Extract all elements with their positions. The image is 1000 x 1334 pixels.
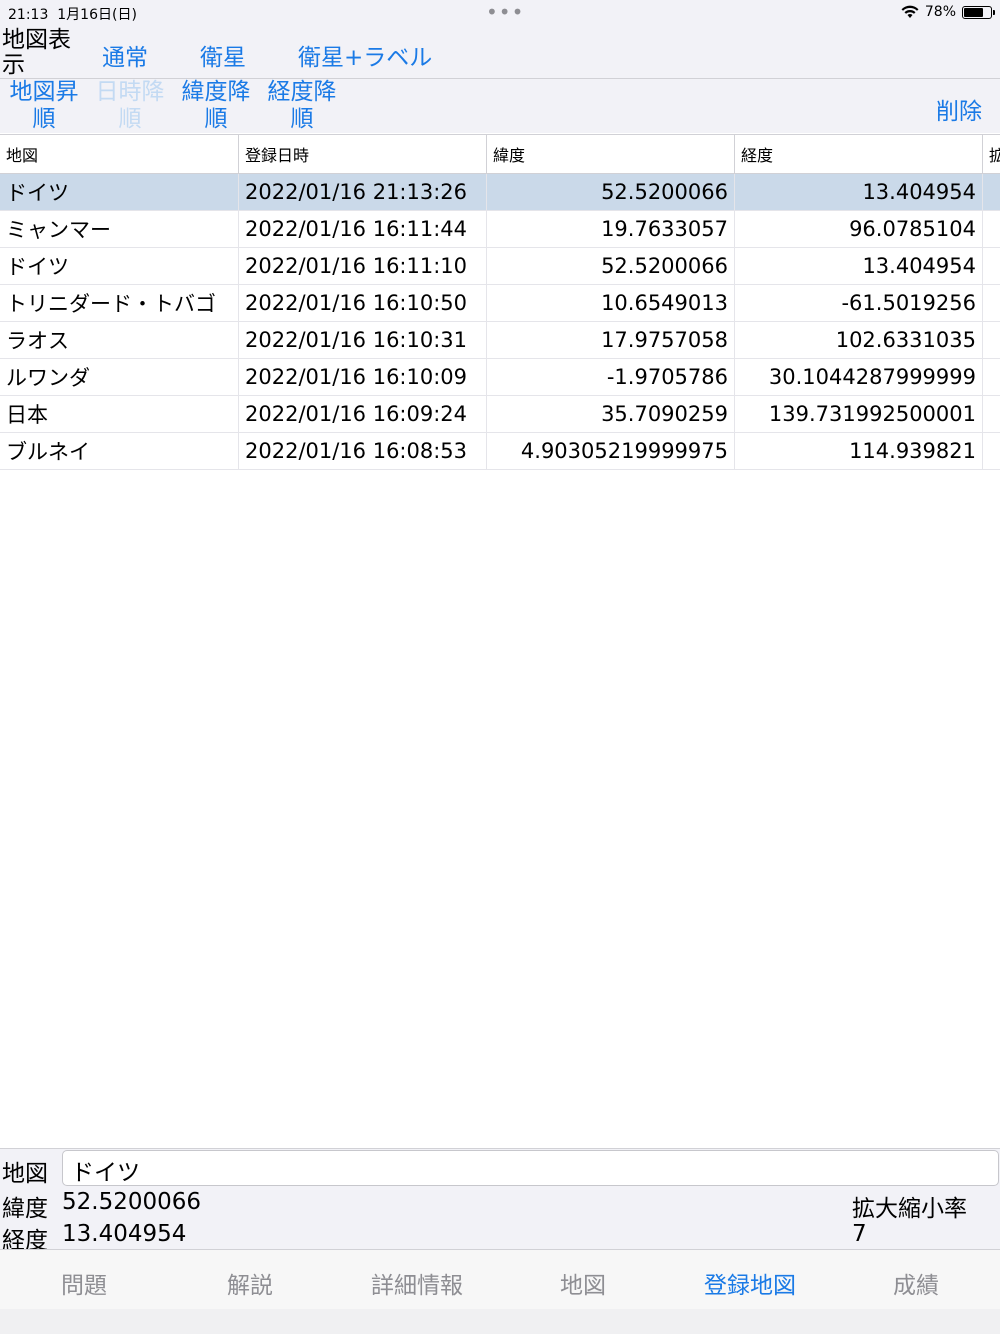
sort-lat-desc-button[interactable]: 緯度降順: [176, 79, 256, 133]
cell-latitude: 4.90305219999975: [487, 433, 735, 469]
cell-map: ドイツ: [0, 248, 239, 284]
cell-latitude: 52.5200066: [487, 174, 735, 210]
registered-map-table: 地図 登録日時 緯度 経度 拡 ドイツ2022/01/16 21:13:2652…: [0, 134, 1000, 470]
cell-map: トリニダード・トバゴ: [0, 285, 239, 321]
cell-zoom: [983, 211, 1000, 247]
wifi-icon: [901, 5, 919, 18]
map-type-satellite-button[interactable]: 衛星: [200, 38, 246, 72]
tab-registered-maps[interactable]: 登録地図: [680, 1266, 820, 1300]
home-indicator-area: [0, 1309, 1000, 1334]
tab-question[interactable]: 問題: [14, 1266, 154, 1300]
cell-latitude: -1.9705786: [487, 359, 735, 395]
cell-map: ドイツ: [0, 174, 239, 210]
tab-explanation[interactable]: 解説: [180, 1266, 320, 1300]
cell-date: 2022/01/16 16:08:53: [239, 433, 487, 469]
cell-date: 2022/01/16 16:10:09: [239, 359, 487, 395]
column-header-zoom[interactable]: 拡: [983, 135, 1000, 173]
battery-percent: 78%: [924, 4, 956, 20]
detail-map-label: 地図: [2, 1161, 48, 1187]
cell-latitude: 19.7633057: [487, 211, 735, 247]
detail-longitude-value: 13.404954: [62, 1221, 187, 1247]
map-display-label: 地図表示: [2, 27, 71, 78]
cell-longitude: 114.939821: [735, 433, 983, 469]
status-time: 21:13: [8, 7, 49, 23]
map-display-bar: 地図表示 通常 衛星 衛星+ラベル: [0, 26, 1000, 79]
cell-map: ルワンダ: [0, 359, 239, 395]
cell-map: ミャンマー: [0, 211, 239, 247]
cell-latitude: 35.7090259: [487, 396, 735, 432]
map-name-field[interactable]: ドイツ: [62, 1150, 999, 1186]
table-row[interactable]: 日本 2022/01/16 16:09:24 35.7090259 139.73199…: [0, 396, 1000, 433]
battery-icon: [962, 5, 995, 19]
cell-map: ラオス: [0, 322, 239, 358]
cell-longitude: 139.731992500001: [735, 396, 983, 432]
tab-map[interactable]: 地図: [513, 1266, 653, 1300]
cell-zoom: [983, 285, 1000, 321]
table-row[interactable]: トリニダード・トバゴ 2022/01/16 16:10:50 10.6549013-…: [0, 285, 1000, 322]
sort-lng-desc-button[interactable]: 経度降順: [262, 79, 342, 133]
detail-panel: 地図 ドイツ 緯度 52.5200066 経度 13.404954 拡大縮小率 …: [0, 1148, 1000, 1254]
sort-bar: 地図昇順 日時降順 緯度降順 経度降順 削除: [0, 79, 1000, 133]
cell-date: 2022/01/16 16:11:44: [239, 211, 487, 247]
detail-zoom-value: 7: [852, 1221, 867, 1247]
cell-map: 日本: [0, 396, 239, 432]
map-type-normal-button[interactable]: 通常: [102, 38, 148, 72]
detail-zoom-label: 拡大縮小率: [852, 1196, 967, 1222]
table-row[interactable]: ミャンマー 2022/01/16 16:11:44 19.7633057 96.078…: [0, 211, 1000, 248]
cell-longitude: -61.5019256: [735, 285, 983, 321]
cell-date: 2022/01/16 21:13:26: [239, 174, 487, 210]
cell-zoom: [983, 174, 1000, 210]
column-header-map[interactable]: 地図: [0, 135, 239, 173]
tab-bar: 問題 解説 詳細情報 地図 登録地図 成績: [0, 1249, 1000, 1310]
cell-date: 2022/01/16 16:10:31: [239, 322, 487, 358]
table-row[interactable]: ブルネイ 2022/01/16 16:08:53 4.90305219999975 1…: [0, 433, 1000, 470]
column-header-longitude[interactable]: 経度: [735, 135, 983, 173]
cell-longitude: 13.404954: [735, 248, 983, 284]
cell-date: 2022/01/16 16:10:50: [239, 285, 487, 321]
table-header-row: 地図 登録日時 緯度 経度 拡: [0, 134, 1000, 174]
cell-date: 2022/01/16 16:11:10: [239, 248, 487, 284]
status-bar: 21:13 1月16日(日) ••• 78%: [0, 0, 1000, 26]
tab-details[interactable]: 詳細情報: [347, 1266, 487, 1300]
detail-latitude-label: 緯度: [2, 1196, 48, 1222]
status-right: 78%: [901, 4, 995, 20]
cell-zoom: [983, 322, 1000, 358]
multitasking-dots-icon[interactable]: •••: [486, 0, 524, 24]
cell-zoom: [983, 433, 1000, 469]
cell-latitude: 10.6549013: [487, 285, 735, 321]
column-header-date[interactable]: 登録日時: [239, 135, 487, 173]
cell-latitude: 52.5200066: [487, 248, 735, 284]
cell-longitude: 30.1044287999999: [735, 359, 983, 395]
cell-zoom: [983, 248, 1000, 284]
status-time-date: 21:13 1月16日(日): [8, 4, 137, 24]
status-date: 1月16日(日): [57, 7, 137, 23]
table-row[interactable]: ラオス 2022/01/16 16:10:31 17.9757058 102.6331…: [0, 322, 1000, 359]
delete-button[interactable]: 削除: [936, 92, 982, 126]
map-type-hybrid-button[interactable]: 衛星+ラベル: [298, 38, 432, 72]
sort-map-asc-button[interactable]: 地図昇順: [4, 79, 84, 133]
cell-zoom: [983, 396, 1000, 432]
tab-results[interactable]: 成績: [846, 1266, 986, 1300]
cell-date: 2022/01/16 16:09:24: [239, 396, 487, 432]
cell-longitude: 102.6331035: [735, 322, 983, 358]
table-row[interactable]: ドイツ 2022/01/16 21:13:26 52.5200066 13.40495…: [0, 174, 1000, 211]
detail-latitude-value: 52.5200066: [62, 1189, 202, 1215]
column-header-latitude[interactable]: 緯度: [487, 135, 735, 173]
cell-zoom: [983, 359, 1000, 395]
cell-longitude: 96.0785104: [735, 211, 983, 247]
table-row[interactable]: ドイツ 2022/01/16 16:11:10 52.5200066 13.40495…: [0, 248, 1000, 285]
cell-longitude: 13.404954: [735, 174, 983, 210]
cell-latitude: 17.9757058: [487, 322, 735, 358]
table-row[interactable]: ルワンダ 2022/01/16 16:10:09 -1.9705786 30.1044…: [0, 359, 1000, 396]
cell-map: ブルネイ: [0, 433, 239, 469]
sort-date-desc-button[interactable]: 日時降順: [90, 79, 170, 133]
